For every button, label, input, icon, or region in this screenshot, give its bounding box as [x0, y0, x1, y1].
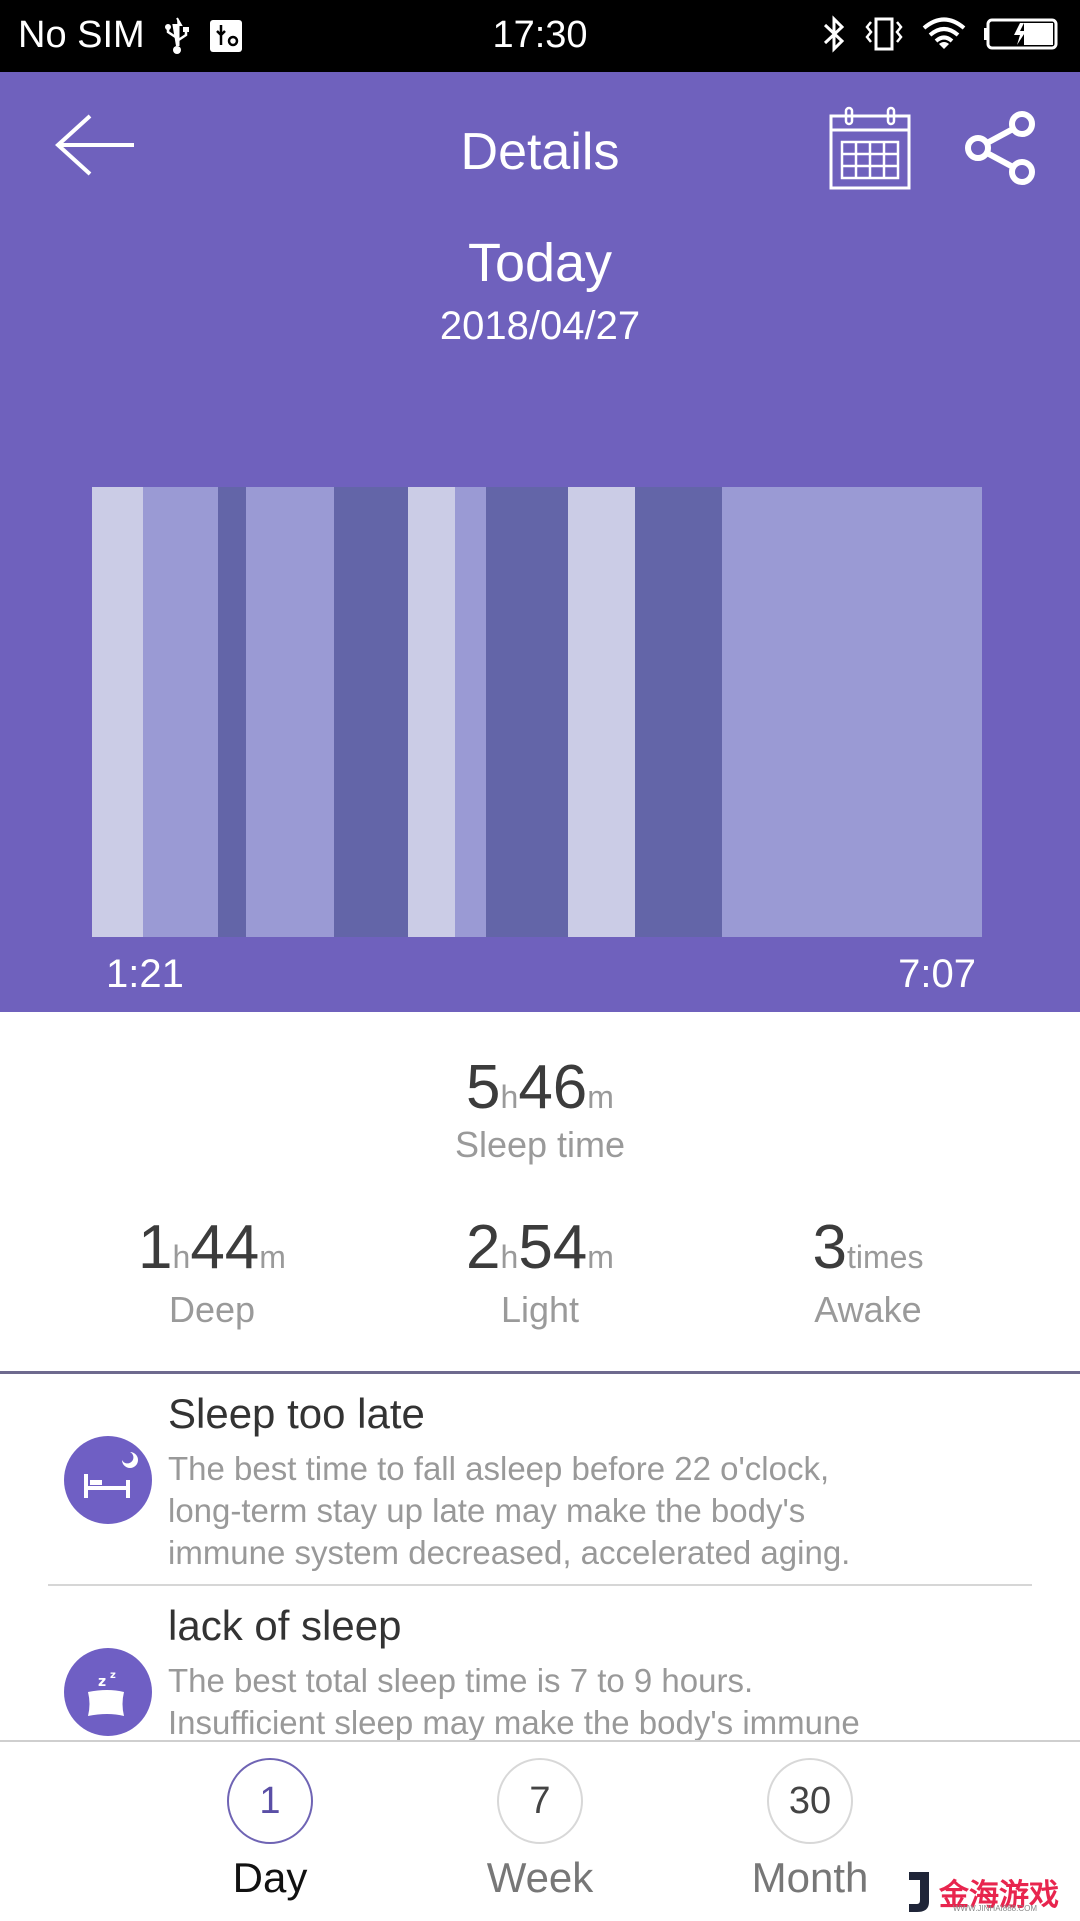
- vibrate-icon: [865, 17, 903, 51]
- light-sleep-label: Light: [500, 1289, 580, 1330]
- watermark-logo: 金海游戏 WWW.JINHAI888.COM: [905, 1868, 1075, 1916]
- sleep-stage-chart: [92, 487, 982, 937]
- share-icon[interactable]: [962, 110, 1038, 186]
- date-label: 2018/04/27: [439, 304, 641, 348]
- tip-body: The best total sleep time is 7 to 9 hour…: [168, 1662, 860, 1741]
- deep-sleep-label: Deep: [168, 1289, 256, 1330]
- awake-stat: 3times Awake: [718, 1212, 1018, 1331]
- tab-week-label: Week: [486, 1854, 594, 1901]
- sleep-segment-light: [454, 487, 486, 937]
- watermark-sub: WWW.JINHAI888.COM: [953, 1904, 1038, 1913]
- tip-body: The best time to fall asleep before 22 o…: [168, 1450, 851, 1571]
- svg-text:z: z: [98, 1674, 106, 1690]
- awake-label: Awake: [814, 1289, 922, 1330]
- svg-text:z: z: [110, 1670, 116, 1681]
- sleep-segment-light: [246, 487, 334, 937]
- tip-divider: [48, 1584, 1032, 1586]
- day-label: Today: [467, 233, 613, 293]
- tab-month-label: Month: [751, 1854, 869, 1901]
- sleep-segment-deep: [218, 487, 247, 937]
- chart-start-time: 1:21: [106, 952, 184, 996]
- deep-sleep-stat: 1h44m Deep: [62, 1212, 362, 1331]
- sleep-segment-deep: [333, 487, 409, 937]
- sleep-segment-awake: [408, 487, 455, 937]
- sleep-segment-deep: [485, 487, 568, 937]
- tab-week-number: 7: [497, 1758, 583, 1844]
- sleep-segment-deep: [634, 487, 723, 937]
- tab-day-number: 1: [227, 1758, 313, 1844]
- wifi-icon: [922, 17, 966, 49]
- sleep-segment-light: [722, 487, 982, 937]
- section-divider: [0, 1371, 1080, 1374]
- total-sleep-label: Sleep time: [454, 1124, 626, 1165]
- total-sleep-value: 5h46m: [466, 1053, 614, 1122]
- tab-day-label: Day: [232, 1854, 308, 1901]
- sleep-header: Details Today 2018/04/27 1:21 7:07: [0, 72, 1080, 1012]
- tab-month-number: 30: [767, 1758, 853, 1844]
- tab-month[interactable]: 30 Month: [710, 1758, 910, 1902]
- tab-week[interactable]: 7 Week: [440, 1758, 640, 1902]
- chart-end-time: 7:07: [898, 952, 976, 996]
- battery-charging-icon: [984, 18, 1058, 50]
- sleep-segment-light: [143, 487, 219, 937]
- bluetooth-icon: [823, 15, 845, 53]
- tip-title: lack of sleep: [168, 1602, 402, 1649]
- page-title: Details: [460, 123, 620, 181]
- calendar-icon[interactable]: [828, 106, 912, 190]
- tip-title: Sleep too late: [168, 1390, 425, 1437]
- sleep-segment-awake: [92, 487, 144, 937]
- light-sleep-stat: 2h54m Light: [390, 1212, 690, 1331]
- tab-day[interactable]: 1 Day: [170, 1758, 370, 1902]
- status-bar: No SIM 17:30: [0, 0, 1080, 72]
- pillow-zzz-icon: zz: [64, 1648, 152, 1736]
- sleep-segment-awake: [567, 487, 635, 937]
- sleep-summary: 5h46m Sleep time 1h44m Deep 2h54m Light …: [0, 1012, 1080, 1372]
- bed-moon-icon: [64, 1436, 152, 1524]
